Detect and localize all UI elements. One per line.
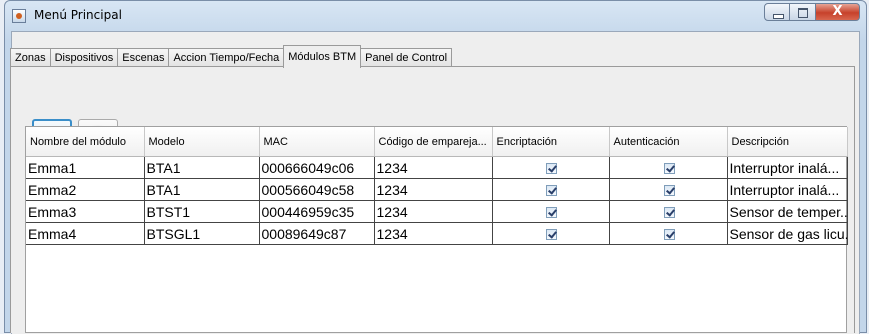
encriptacion-checkbox[interactable] — [546, 207, 557, 219]
cell-codigo[interactable]: 1234 — [374, 222, 493, 245]
cell-descripcion[interactable]: Sensor de gas licu... — [727, 222, 848, 245]
cell-codigo[interactable]: 1234 — [374, 156, 493, 179]
cell-mac[interactable]: 00089649c87 — [259, 222, 375, 245]
cell-modelo[interactable]: BTA1 — [144, 156, 260, 179]
table-row[interactable]: Emma2 BTA1 000566049c58 1234 Interruptor… — [26, 178, 848, 201]
tab-escenas[interactable]: Escenas — [117, 48, 170, 67]
col-header-encriptacion[interactable]: Encriptación — [492, 127, 610, 157]
cell-descripcion[interactable]: Interruptor inalá... — [727, 178, 848, 201]
cell-descripcion[interactable]: Interruptor inalá... — [727, 156, 848, 179]
col-header-mac[interactable]: MAC — [259, 127, 375, 157]
window-controls: X — [764, 3, 860, 21]
minimize-button[interactable] — [764, 3, 790, 21]
cell-codigo[interactable]: 1234 — [374, 200, 493, 223]
cell-descripcion[interactable]: Sensor de temper... — [727, 200, 848, 223]
autenticacion-checkbox[interactable] — [663, 207, 675, 219]
cell-autenticacion — [609, 178, 728, 201]
tab-dispositivos[interactable]: Dispositivos — [49, 48, 119, 67]
tab-accion-tiempo-fecha[interactable]: Accion Tiempo/Fecha — [168, 48, 285, 67]
java-app-icon — [12, 9, 26, 23]
cell-mac[interactable]: 000566049c58 — [259, 178, 375, 201]
cell-modelo[interactable]: BTA1 — [144, 178, 260, 201]
encriptacion-checkbox[interactable] — [546, 229, 557, 241]
col-header-nombre[interactable]: Nombre del módulo — [26, 127, 145, 157]
cell-autenticacion — [609, 156, 728, 179]
col-header-descripcion[interactable]: Descripción — [727, 127, 848, 157]
col-header-autenticacion[interactable]: Autenticación — [609, 127, 728, 157]
cell-modelo[interactable]: BTST1 — [144, 200, 260, 223]
tab-modulos-btm[interactable]: Módulos BTM — [283, 45, 362, 68]
autenticacion-checkbox[interactable] — [663, 185, 675, 197]
cell-modelo[interactable]: BTSGL1 — [144, 222, 260, 245]
table-row[interactable]: Emma3 BTST1 000446959c35 1234 Sensor de … — [26, 200, 848, 223]
tab-zonas[interactable]: Zonas — [10, 48, 51, 67]
table-row[interactable]: Emma4 BTSGL1 00089649c87 1234 Sensor de … — [26, 222, 848, 245]
modules-table-container[interactable]: Nombre del módulo Modelo MAC Código de e… — [25, 126, 848, 333]
tab-strip: Zonas Dispositivos Escenas Accion Tiempo… — [10, 45, 453, 68]
cell-encriptacion — [492, 200, 610, 223]
autenticacion-checkbox[interactable] — [663, 229, 675, 241]
cell-codigo[interactable]: 1234 — [374, 178, 493, 201]
close-button[interactable]: X — [816, 3, 860, 21]
cell-mac[interactable]: 000666049c06 — [259, 156, 375, 179]
cell-autenticacion — [609, 222, 728, 245]
table-row[interactable]: Emma1 BTA1 000666049c06 1234 Interruptor… — [26, 156, 848, 179]
cell-nombre[interactable]: Emma3 — [26, 200, 145, 223]
cell-encriptacion — [492, 178, 610, 201]
encriptacion-checkbox[interactable] — [546, 163, 557, 175]
cell-encriptacion — [492, 156, 610, 179]
cell-mac[interactable]: 000446959c35 — [259, 200, 375, 223]
modules-table: Nombre del módulo Modelo MAC Código de e… — [26, 127, 848, 245]
encriptacion-checkbox[interactable] — [546, 185, 557, 197]
autenticacion-checkbox[interactable] — [663, 163, 675, 175]
cell-nombre[interactable]: Emma1 — [26, 156, 145, 179]
table-header-row: Nombre del módulo Modelo MAC Código de e… — [26, 127, 848, 157]
col-header-codigo[interactable]: Código de empareja... — [374, 127, 493, 157]
tab-panel-de-control[interactable]: Panel de Control — [360, 48, 453, 67]
cell-autenticacion — [609, 200, 728, 223]
cell-nombre[interactable]: Emma2 — [26, 178, 145, 201]
cell-encriptacion — [492, 222, 610, 245]
cell-nombre[interactable]: Emma4 — [26, 222, 145, 245]
title-bar[interactable]: Menú Principal X — [5, 1, 866, 31]
window-title: Menú Principal — [34, 8, 122, 22]
col-header-modelo[interactable]: Modelo — [144, 127, 260, 157]
maximize-button[interactable] — [790, 3, 816, 21]
